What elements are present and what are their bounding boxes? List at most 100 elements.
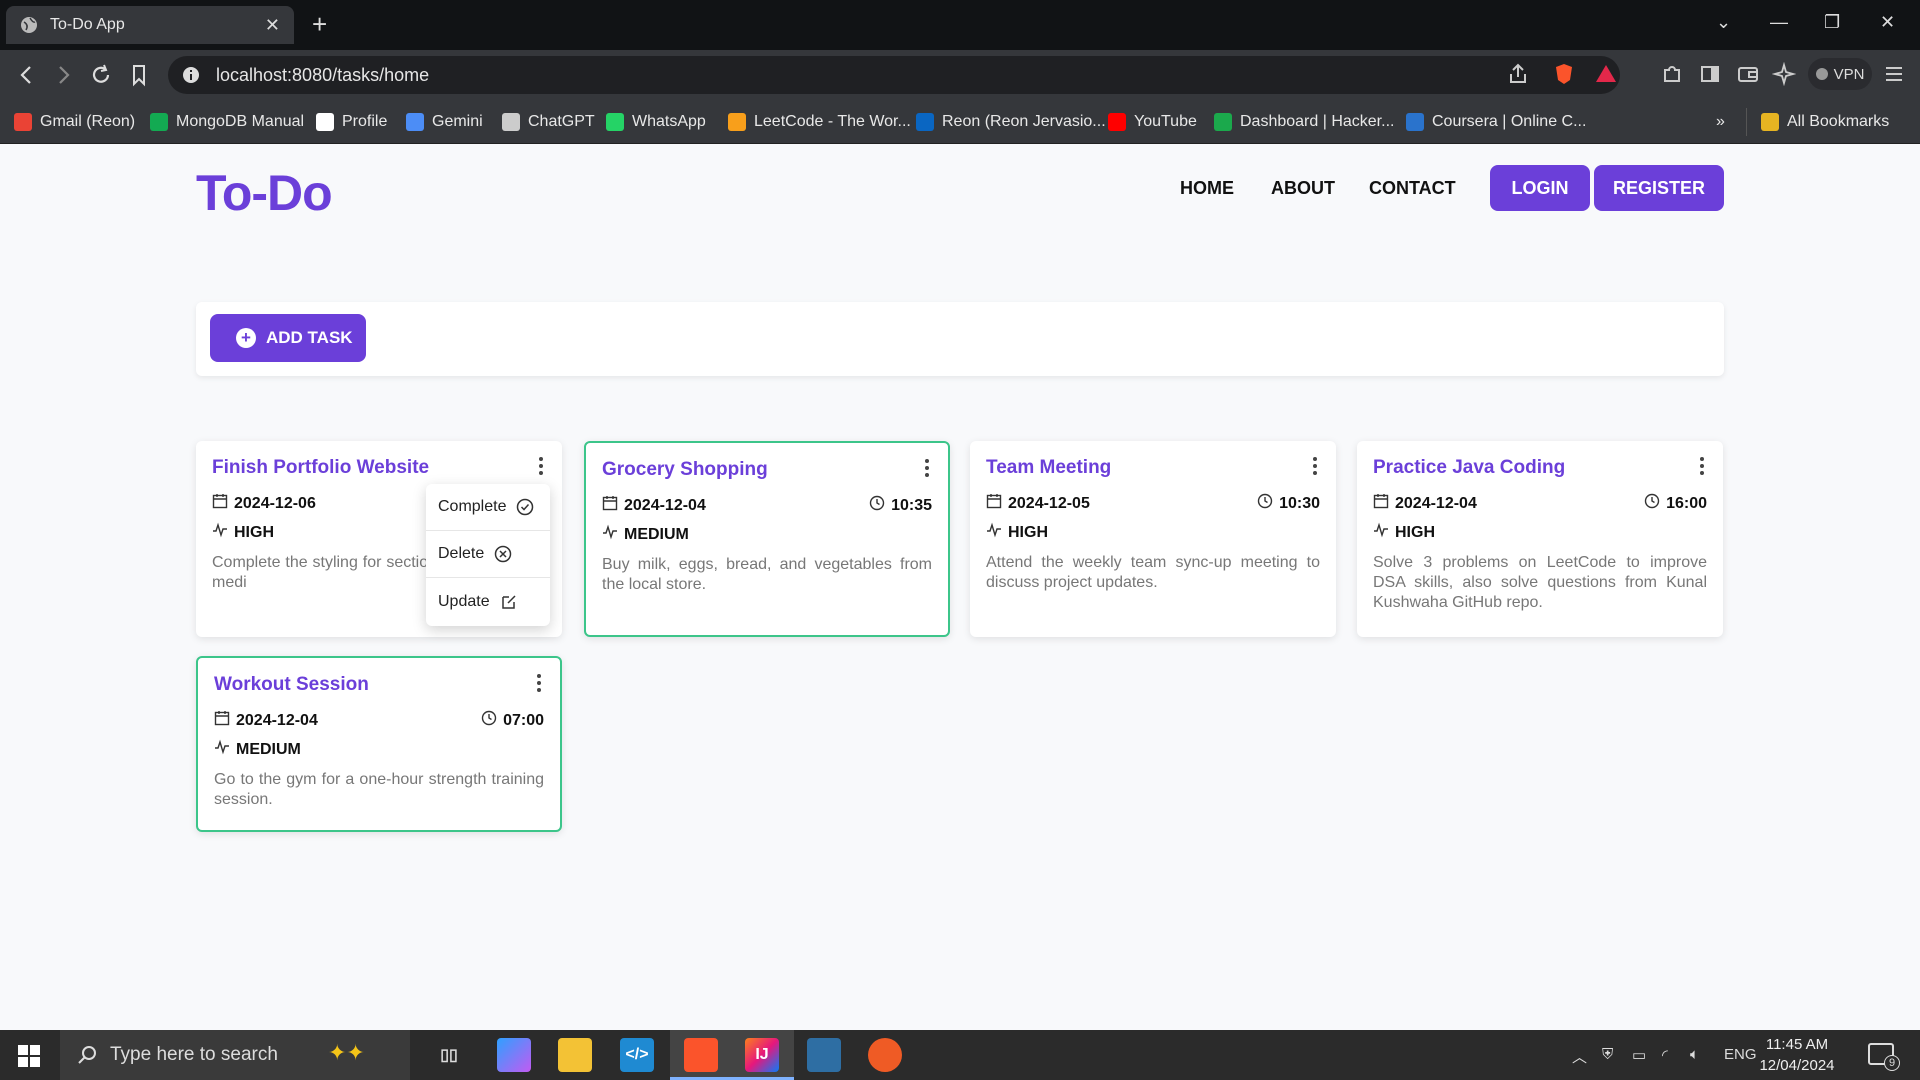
share-icon[interactable] <box>1506 62 1530 86</box>
bookmark-label: ChatGPT <box>528 113 595 130</box>
clock[interactable]: 11:45 AM 12/04/2024 <box>1752 1034 1842 1076</box>
bookmark-item[interactable]: Dashboard | Hacker... <box>1214 108 1394 136</box>
linkedin-icon <box>916 113 934 131</box>
clock-date: 12/04/2024 <box>1759 1057 1835 1074</box>
windows-start-icon[interactable] <box>18 1045 40 1067</box>
more-bookmarks-icon[interactable]: » <box>1716 108 1725 136</box>
browser-tab[interactable]: To-Do App ✕ <box>6 6 294 44</box>
menu-complete[interactable]: Complete <box>426 484 550 531</box>
globe-icon <box>21 17 37 33</box>
restore-icon[interactable]: ❐ <box>1824 12 1840 33</box>
task-priority-value: MEDIUM <box>236 740 301 758</box>
new-tab-button[interactable]: + <box>312 10 327 38</box>
more-options-icon[interactable] <box>922 457 932 479</box>
bookmark-label: Coursera | Online C... <box>1432 113 1587 130</box>
task-card[interactable]: Workout Session 2024-12-04 07:00 MEDIUM … <box>196 656 562 832</box>
bookmark-item[interactable]: WhatsApp <box>606 108 706 136</box>
all-bookmarks-label: All Bookmarks <box>1787 113 1890 130</box>
vpn-button[interactable]: VPN <box>1808 58 1872 90</box>
task-date: 2024-12-06 <box>212 493 316 514</box>
wallet-icon[interactable] <box>1736 62 1760 86</box>
close-window-icon[interactable]: ✕ <box>1880 12 1895 33</box>
more-options-icon[interactable] <box>536 455 546 477</box>
task-title: Team Meeting <box>986 457 1112 478</box>
bookmark-icon[interactable] <box>126 62 152 88</box>
brand-logo[interactable]: To-Do <box>196 164 333 222</box>
more-options-icon[interactable] <box>1310 455 1320 477</box>
mysql-workbench-icon[interactable] <box>807 1038 841 1072</box>
site-info-icon[interactable] <box>182 66 200 84</box>
leo-ai-icon[interactable] <box>1772 62 1796 86</box>
register-button[interactable]: REGISTER <box>1594 165 1724 211</box>
back-icon[interactable] <box>14 62 40 88</box>
task-time-value: 10:30 <box>1279 494 1320 512</box>
bookmark-item[interactable]: LeetCode - The Wor... <box>728 108 911 136</box>
x-circle-icon <box>495 545 512 563</box>
volume-icon[interactable]: 🔈︎ <box>1690 1046 1699 1063</box>
tab-title: To-Do App <box>50 16 125 33</box>
calendar-icon <box>602 495 618 516</box>
brave-browser-icon[interactable] <box>684 1038 718 1072</box>
taskbar-search[interactable]: Type here to search ✦✦ <box>60 1030 410 1080</box>
tab-search-icon[interactable]: ⌄ <box>1716 12 1731 33</box>
bookmark-item[interactable]: Gemini <box>406 108 483 136</box>
all-bookmarks-button[interactable]: All Bookmarks <box>1746 108 1889 136</box>
battery-icon[interactable]: ▭ <box>1632 1046 1646 1064</box>
clock-icon <box>1644 493 1660 514</box>
bookmark-label: Dashboard | Hacker... <box>1240 113 1395 130</box>
login-button[interactable]: LOGIN <box>1490 165 1590 211</box>
add-task-button[interactable]: + ADD TASK <box>210 314 366 362</box>
intellij-idea-icon[interactable]: IJ <box>745 1038 779 1072</box>
menu-update[interactable]: Update <box>426 578 550 625</box>
forward-icon[interactable] <box>50 62 76 88</box>
bookmark-label: LeetCode - The Wor... <box>754 113 911 130</box>
more-options-icon[interactable] <box>534 672 544 694</box>
brave-shields-icon[interactable] <box>1552 62 1576 86</box>
sidebar-icon[interactable] <box>1698 62 1722 86</box>
security-icon[interactable]: ⛨ <box>1602 1046 1613 1063</box>
task-description: Buy milk, eggs, bread, and vegetables fr… <box>602 556 932 593</box>
bookmark-item[interactable]: Reon (Reon Jervasio... <box>916 108 1106 136</box>
close-tab-icon[interactable]: ✕ <box>265 15 280 36</box>
reload-icon[interactable] <box>88 62 114 88</box>
task-date: 2024-12-04 <box>214 710 318 731</box>
menu-icon[interactable] <box>1882 62 1906 86</box>
minimize-icon[interactable]: — <box>1770 12 1788 33</box>
bookmark-item[interactable]: Profile <box>316 108 387 136</box>
nav-home[interactable]: HOME <box>1180 178 1234 199</box>
bookmark-item[interactable]: Gmail (Reon) <box>14 108 135 136</box>
bookmark-label: YouTube <box>1134 113 1197 130</box>
bookmark-item[interactable]: YouTube <box>1108 108 1197 136</box>
task-card[interactable]: Practice Java Coding 2024-12-04 16:00 HI… <box>1357 441 1723 637</box>
nav-about[interactable]: ABOUT <box>1271 178 1335 199</box>
menu-complete-label: Complete <box>438 498 507 515</box>
bookmark-label: WhatsApp <box>632 113 706 130</box>
vscode-icon[interactable]: </> <box>620 1038 654 1072</box>
task-description: Solve 3 problems on LeetCode to improve … <box>1373 554 1707 611</box>
nav-contact[interactable]: CONTACT <box>1369 178 1456 199</box>
brave-rewards-icon[interactable] <box>1594 62 1618 86</box>
url-bar[interactable]: localhost:8080/tasks/home <box>168 56 1620 94</box>
task-view-icon[interactable]: ▯▯ <box>432 1038 466 1072</box>
search-icon <box>78 1046 96 1064</box>
task-card[interactable]: Grocery Shopping 2024-12-04 10:35 MEDIUM… <box>584 441 950 637</box>
whatsapp-icon <box>606 113 624 131</box>
postman-icon[interactable] <box>868 1038 902 1072</box>
copilot-icon[interactable] <box>497 1038 531 1072</box>
calendar-icon <box>986 493 1002 514</box>
task-card[interactable]: Team Meeting 2024-12-05 10:30 HIGH Atten… <box>970 441 1336 637</box>
notifications-icon[interactable]: 9 <box>1868 1043 1900 1071</box>
task-time-value: 07:00 <box>503 711 544 729</box>
wifi-icon[interactable]: ◜ <box>1662 1046 1668 1064</box>
task-priority: MEDIUM <box>602 524 932 545</box>
bookmark-item[interactable]: Coursera | Online C... <box>1406 108 1586 136</box>
file-explorer-icon[interactable] <box>558 1038 592 1072</box>
more-options-icon[interactable] <box>1697 455 1707 477</box>
bookmark-item[interactable]: MongoDB Manual <box>150 108 304 136</box>
tray-overflow-icon[interactable]: ︿ <box>1572 1046 1587 1067</box>
bookmark-item[interactable]: ChatGPT <box>502 108 595 136</box>
pulse-icon <box>986 522 1002 543</box>
menu-delete[interactable]: Delete <box>426 531 550 578</box>
add-task-label: ADD TASK <box>266 328 353 347</box>
extensions-icon[interactable] <box>1660 62 1684 86</box>
